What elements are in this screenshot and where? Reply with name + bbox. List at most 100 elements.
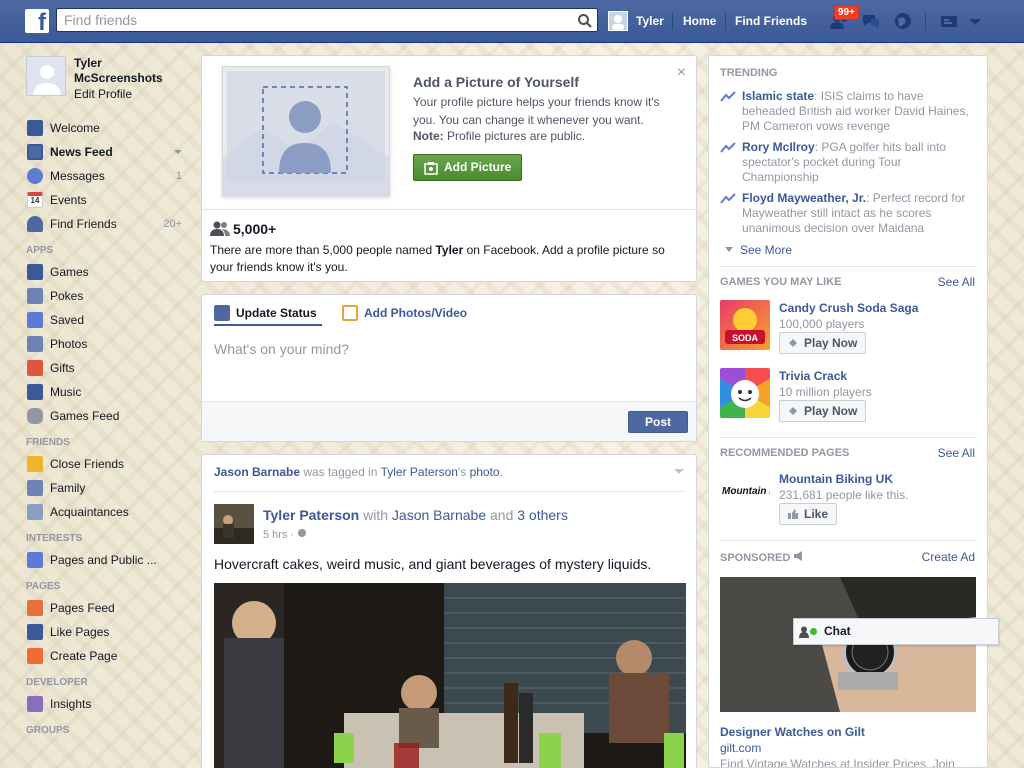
story-header-text: . — [499, 465, 503, 479]
play-now-button[interactable]: Play Now — [779, 400, 867, 422]
sidebar-item-like-pages[interactable]: Like Pages — [20, 620, 190, 644]
sidebar-item-label: Saved — [50, 313, 85, 327]
mbuk-logo-icon: Mountain Biking — [722, 486, 800, 497]
chevron-down-icon[interactable] — [174, 150, 182, 154]
story-author-avatar[interactable] — [214, 504, 254, 544]
story-author-link[interactable]: Tyler Paterson — [263, 507, 359, 523]
games-see-all-link[interactable]: See All — [938, 275, 975, 289]
profile-avatar[interactable] — [26, 56, 66, 96]
post-button[interactable]: Post — [628, 411, 688, 433]
ad-description: Find Vintage Watches at Insider Prices. … — [720, 757, 955, 768]
calendar-icon: 14 — [27, 192, 43, 208]
plus-icon — [27, 648, 43, 664]
author-photo-icon — [214, 504, 254, 544]
sidebar-item-saved[interactable]: Saved — [20, 308, 190, 332]
sidebar-item-find-friends[interactable]: Find Friends 20+ — [20, 212, 190, 236]
story-header-text: was tagged in — [300, 465, 381, 479]
edit-profile-link[interactable]: Edit Profile — [74, 87, 132, 101]
chat-bar[interactable]: Chat — [793, 618, 999, 645]
like-page-button[interactable]: Like — [779, 503, 838, 525]
search-input[interactable] — [57, 9, 557, 31]
sidebar-item-insights[interactable]: Insights — [20, 692, 190, 716]
sidebar-item-news-feed[interactable]: News Feed — [20, 140, 190, 164]
play-now-button[interactable]: Play Now — [779, 332, 867, 354]
note-label: Note: — [413, 129, 444, 143]
sidebar-item-photos[interactable]: Photos — [20, 332, 190, 356]
story-timestamp[interactable]: 5 hrs · — [263, 528, 307, 541]
story-photo[interactable] — [214, 583, 686, 768]
sidebar-item-games[interactable]: Games — [20, 260, 190, 284]
facebook-logo-icon[interactable]: f — [25, 9, 49, 33]
sidebar-item-family[interactable]: Family — [20, 476, 190, 500]
add-picture-button[interactable]: Add Picture — [413, 154, 522, 181]
trending-item[interactable]: Floyd Mayweather, Jr.: Perfect record fo… — [720, 191, 978, 236]
sidebar-item-create-page[interactable]: Create Page — [20, 644, 190, 668]
create-ad-link[interactable]: Create Ad — [922, 550, 975, 564]
sidebar-item-pages-and-public[interactable]: Pages and Public ... — [20, 548, 190, 572]
story-photo-link[interactable]: photo — [470, 465, 500, 479]
profile-picture-placeholder[interactable] — [222, 66, 390, 196]
trending-arrow-icon — [720, 91, 736, 102]
tab-update-status[interactable]: Update Status — [214, 305, 317, 321]
notifications-globe-icon[interactable] — [892, 10, 914, 32]
tab-add-photos-video[interactable]: Add Photos/Video — [342, 305, 467, 321]
home-link[interactable]: Home — [683, 14, 716, 28]
sidebar-item-label: Find Friends — [50, 217, 117, 231]
privacy-shortcuts-icon[interactable] — [938, 10, 960, 32]
trending-item[interactable]: Islamic state: ISIS claims to have behea… — [720, 89, 978, 134]
sidebar-item-messages[interactable]: Messages 1 — [20, 164, 190, 188]
ad-url-link[interactable]: gilt.com — [720, 741, 761, 755]
star-icon — [27, 456, 43, 472]
mountain-biking-uk-logo[interactable]: Mountain Biking — [720, 480, 800, 510]
tagged-others-link[interactable]: 3 others — [517, 507, 568, 523]
sidebar-item-pages-feed[interactable]: Pages Feed — [20, 596, 190, 620]
sidebar-item-games-feed[interactable]: Games Feed — [20, 404, 190, 428]
sidebar-item-gifts[interactable]: Gifts — [20, 356, 190, 380]
sidebar-item-label: Create Page — [50, 649, 118, 663]
sidebar-item-pokes[interactable]: Pokes — [20, 284, 190, 308]
sidebar-item-label: Photos — [50, 337, 88, 351]
section-heading-friends: FRIENDS — [26, 437, 70, 448]
pokes-finger-icon — [27, 288, 43, 304]
pencil-icon — [214, 305, 230, 321]
game-name-link[interactable]: Trivia Crack — [779, 369, 847, 383]
story-owner-link[interactable]: Tyler Paterson — [381, 465, 458, 479]
recommended-pages-heading: RECOMMENDED PAGES — [720, 447, 850, 459]
photos-icon — [27, 336, 43, 352]
status-input[interactable]: What's on your mind? — [214, 341, 349, 357]
trending-item[interactable]: Rory McIlroy: PGA golfer hits ball into … — [720, 140, 978, 185]
sidebar-item-label: Acquaintances — [50, 505, 129, 519]
sidebar-item-acquaintances[interactable]: Acquaintances — [20, 500, 190, 524]
sidebar-item-welcome[interactable]: Welcome — [20, 116, 190, 140]
page-name-link[interactable]: Mountain Biking UK — [779, 472, 893, 486]
trivia-crack-icon[interactable] — [720, 368, 770, 418]
account-menu-chevron-down-icon[interactable] — [964, 10, 986, 32]
profile-block: Tyler McScreenshots Edit Profile — [20, 52, 190, 116]
news-feed-story: Jason Barnabe was tagged in Tyler Paters… — [201, 454, 697, 768]
sidebar-item-music[interactable]: Music — [20, 380, 190, 404]
messages-icon[interactable] — [860, 10, 882, 32]
top-avatar[interactable] — [608, 11, 628, 31]
profile-name[interactable]: Tyler McScreenshots — [74, 56, 184, 86]
candy-crush-soda-icon[interactable]: SODA — [720, 300, 770, 350]
close-icon[interactable]: × — [677, 64, 686, 82]
find-friends-icon — [27, 216, 43, 232]
trending-topic[interactable]: Rory McIlroy — [742, 140, 815, 154]
story-actor-link[interactable]: Jason Barnabe — [214, 465, 300, 479]
game-players: 100,000 players — [779, 317, 865, 331]
trending-topic[interactable]: Floyd Mayweather, Jr. — [742, 191, 866, 205]
tagged-friend-link[interactable]: Jason Barnabe — [392, 507, 486, 523]
game-name-link[interactable]: Candy Crush Soda Saga — [779, 301, 918, 315]
sidebar-item-close-friends[interactable]: Close Friends — [20, 452, 190, 476]
ad-title-link[interactable]: Designer Watches on Gilt — [720, 725, 865, 739]
sidebar-item-events[interactable]: 14 Events — [20, 188, 190, 212]
trending-topic[interactable]: Islamic state — [742, 89, 814, 103]
find-friends-link[interactable]: Find Friends — [735, 14, 807, 28]
top-user-link[interactable]: Tyler — [636, 14, 664, 28]
recommended-see-all-link[interactable]: See All — [938, 446, 975, 460]
search-icon[interactable] — [577, 13, 593, 29]
sidebar-item-label: Games Feed — [50, 409, 120, 423]
see-more-link[interactable]: See More — [725, 243, 792, 257]
games-dice-icon — [27, 264, 43, 280]
story-options-chevron-down-icon[interactable] — [674, 469, 684, 474]
